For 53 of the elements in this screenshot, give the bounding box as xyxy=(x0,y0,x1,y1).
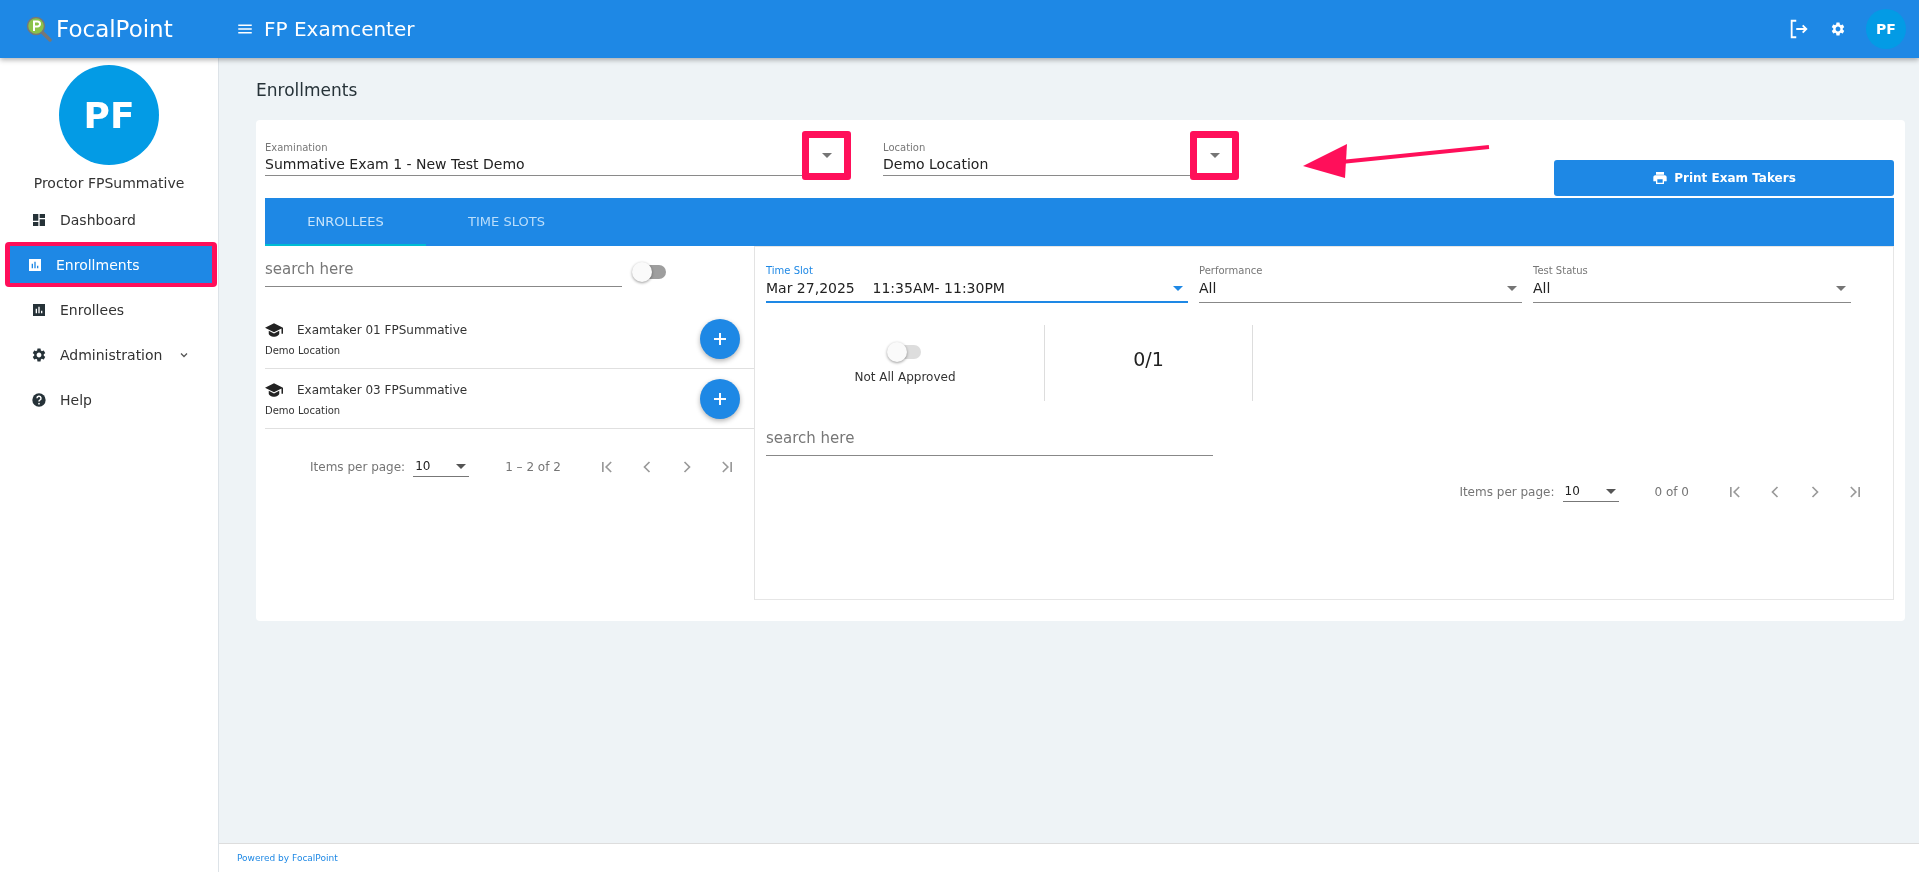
dropdown-arrow-icon xyxy=(1507,285,1517,291)
nav-item[interactable]: Enrollees xyxy=(14,291,212,328)
toggle-switch[interactable] xyxy=(632,261,668,282)
page-title: Enrollments xyxy=(256,80,359,100)
print-button[interactable]: Print Exam Takers xyxy=(1554,160,1894,196)
add-button[interactable] xyxy=(700,318,740,359)
enrollee-name: Examtaker 01 FPSummative xyxy=(297,322,468,337)
footer-text: Powered by FocalPoint xyxy=(237,853,338,863)
dropdown-arrow-icon xyxy=(1173,285,1183,291)
page-size-select[interactable]: 10 xyxy=(413,457,470,477)
magnifier-logo-icon xyxy=(26,16,52,42)
caret-icon xyxy=(456,463,467,469)
bar-chart-icon xyxy=(31,301,47,318)
logout-icon[interactable] xyxy=(1788,18,1810,40)
enrollee-location: Demo Location xyxy=(265,344,342,356)
nav-item[interactable]: Enrollments xyxy=(10,246,212,283)
nav-item[interactable]: Administration xyxy=(14,336,212,373)
plus-icon xyxy=(713,391,727,406)
settings-icon[interactable] xyxy=(1830,21,1846,37)
select-field[interactable]: Time Slot Mar 27,2025 11:35AM- 11:30PM xyxy=(766,265,1188,303)
dropdown-arrow-icon xyxy=(1209,153,1220,158)
enrollee-location: Demo Location xyxy=(265,404,342,416)
logo-text: FocalPoint xyxy=(56,16,173,42)
help-icon xyxy=(31,391,47,408)
approval-label: Not All Approved xyxy=(854,370,956,384)
items-per-page-label: Items per page: xyxy=(310,460,406,474)
approved-count: 0/1 xyxy=(1133,348,1164,372)
page-range: 0 of 0 xyxy=(1654,485,1689,499)
caret-icon xyxy=(1605,488,1616,494)
select-field[interactable]: Examination Summative Exam 1 - New Test Demo xyxy=(265,132,851,176)
profile-avatar: PF xyxy=(59,65,159,165)
dropdown-arrow-icon xyxy=(821,153,832,158)
toggle-switch[interactable] xyxy=(887,342,923,362)
dropdown-arrow-icon xyxy=(1836,285,1846,291)
bar-chart-icon xyxy=(27,256,43,273)
nav-item[interactable]: Help xyxy=(14,381,212,418)
add-button[interactable] xyxy=(700,378,740,419)
page-size-select[interactable]: 10 xyxy=(1562,482,1619,502)
printer-icon xyxy=(1652,170,1669,186)
nav-item[interactable]: Dashboard xyxy=(14,201,212,238)
app-title: FP Examcenter xyxy=(264,17,415,41)
graduation-cap-icon xyxy=(265,381,283,398)
graduation-cap-icon xyxy=(265,321,283,338)
enrollee-name: Examtaker 03 FPSummative xyxy=(297,382,468,397)
settings-icon xyxy=(31,346,47,363)
select-field[interactable]: Performance All xyxy=(1199,265,1522,303)
page-range: 1 – 2 of 2 xyxy=(505,460,561,474)
dashboard-icon xyxy=(31,211,47,228)
select-field[interactable]: Location Demo Location xyxy=(883,132,1239,176)
plus-icon xyxy=(713,331,727,346)
select-field[interactable]: Test Status All xyxy=(1533,265,1851,303)
items-per-page-label: Items per page: xyxy=(1459,485,1555,499)
user-name: Proctor FPSummative xyxy=(33,175,185,191)
